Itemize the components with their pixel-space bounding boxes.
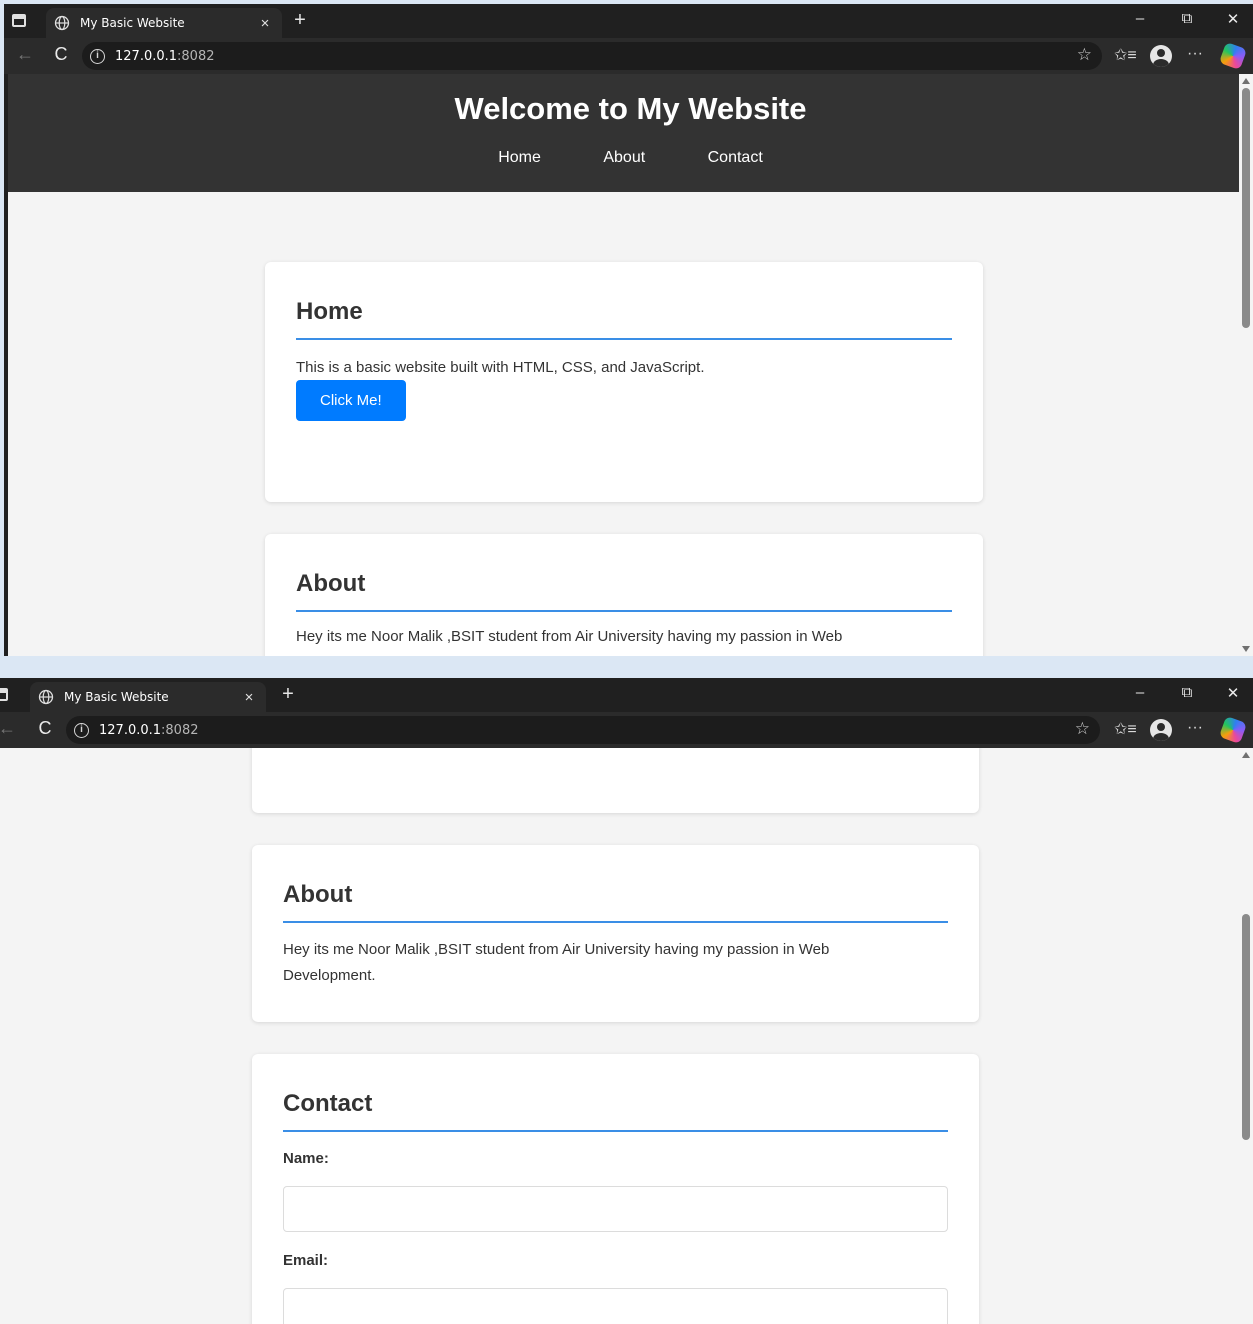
tab-close-icon[interactable]: ×	[240, 689, 258, 706]
home-text: This is a basic website built with HTML,…	[296, 359, 705, 376]
home-section-bottom	[252, 748, 979, 813]
restore-icon[interactable]: ⧉	[1172, 10, 1202, 27]
scroll-up-icon[interactable]	[1242, 752, 1250, 758]
minimize-icon[interactable]: –	[1125, 10, 1155, 27]
page-viewport: About Hey its me Noor Malik ,BSIT studen…	[0, 748, 1253, 1324]
tab-title: My Basic Website	[64, 690, 169, 704]
copilot-icon[interactable]	[1218, 715, 1248, 745]
nav-link-about[interactable]: About	[603, 149, 645, 167]
favorite-star-icon[interactable]: ☆	[1075, 719, 1090, 739]
more-options-icon[interactable]: ···	[1187, 45, 1203, 63]
home-heading: Home	[296, 298, 952, 340]
new-tab-button[interactable]: +	[288, 9, 312, 32]
browser-tab[interactable]: My Basic Website ×	[46, 8, 282, 38]
close-icon[interactable]: ✕	[1218, 10, 1248, 28]
scroll-thumb[interactable]	[1242, 914, 1250, 1140]
more-options-icon[interactable]: ···	[1187, 719, 1203, 737]
about-text-full: Hey its me Noor Malik ,BSIT student from…	[283, 941, 830, 984]
url-text: 127.0.0.1:8082	[99, 722, 199, 738]
scroll-up-icon[interactable]	[1242, 78, 1250, 84]
about-text: Hey its me Noor Malik ,BSIT student from…	[296, 628, 843, 645]
favorites-icon[interactable]: ✩≡	[1114, 45, 1137, 65]
site-title: Welcome to My Website	[454, 91, 807, 126]
browser-toolbar: ← C i 127.0.0.1:8082 ☆ ✩≡ ···	[4, 38, 1253, 74]
address-bar[interactable]: i 127.0.0.1:8082 ☆	[66, 716, 1100, 744]
email-label: Email:	[283, 1252, 329, 1269]
about-heading: About	[283, 881, 948, 923]
scroll-thumb[interactable]	[1242, 88, 1250, 328]
sidebar-toggle-icon[interactable]	[12, 14, 26, 27]
minimize-icon[interactable]: –	[1125, 684, 1155, 701]
about-heading: About	[296, 570, 952, 612]
nav-link-home[interactable]: Home	[498, 149, 541, 167]
globe-icon	[54, 15, 70, 31]
close-icon[interactable]: ✕	[1218, 684, 1248, 702]
about-section: About Hey its me Noor Malik ,BSIT studen…	[265, 534, 983, 656]
sidebar-toggle-icon[interactable]	[0, 688, 8, 701]
email-input[interactable]	[283, 1288, 948, 1324]
name-label: Name:	[283, 1150, 329, 1167]
tab-close-icon[interactable]: ×	[256, 15, 274, 32]
browser-window-top: My Basic Website × + – ⧉ ✕ ← C i 127.0.0…	[4, 4, 1253, 656]
site-info-icon[interactable]: i	[74, 722, 89, 738]
browser-toolbar: ← C i 127.0.0.1:8082 ☆ ✩≡ ···	[0, 712, 1253, 748]
browser-tab[interactable]: My Basic Website ×	[30, 682, 266, 712]
back-icon[interactable]: ←	[0, 718, 22, 739]
tab-title: My Basic Website	[80, 16, 185, 30]
page-scrollbar[interactable]	[1239, 74, 1253, 656]
reload-icon[interactable]: C	[30, 718, 60, 739]
site-header: Welcome to My Website Home About Contact	[8, 74, 1253, 192]
site-info-icon[interactable]: i	[90, 48, 105, 64]
click-me-button[interactable]: Click Me!	[296, 380, 406, 421]
contact-heading: Contact	[283, 1090, 948, 1132]
tab-strip: My Basic Website × + – ⧉ ✕	[0, 678, 1253, 712]
copilot-icon[interactable]	[1218, 41, 1248, 71]
home-section: Home This is a basic website built with …	[265, 262, 983, 502]
page-viewport: Welcome to My Website Home About Contact…	[8, 74, 1253, 656]
name-input[interactable]	[283, 1186, 948, 1232]
address-bar[interactable]: i 127.0.0.1:8082 ☆	[82, 42, 1102, 70]
contact-section: Contact Name: Email:	[252, 1054, 979, 1324]
tab-strip: My Basic Website × + – ⧉ ✕	[4, 4, 1253, 38]
new-tab-button[interactable]: +	[276, 683, 300, 706]
browser-window-scrolled: My Basic Website × + – ⧉ ✕ ← C i 127.0.0…	[0, 678, 1253, 1324]
nav-link-contact[interactable]: Contact	[708, 149, 763, 167]
favorites-icon[interactable]: ✩≡	[1114, 719, 1137, 739]
back-icon[interactable]: ←	[10, 44, 40, 65]
reload-icon[interactable]: C	[46, 44, 76, 65]
globe-icon	[38, 689, 54, 705]
site-nav: Home About Contact	[8, 149, 1253, 167]
restore-icon[interactable]: ⧉	[1172, 684, 1202, 701]
favorite-star-icon[interactable]: ☆	[1077, 45, 1092, 65]
profile-avatar[interactable]	[1150, 719, 1172, 741]
page-scrollbar[interactable]	[1239, 748, 1253, 1324]
url-text: 127.0.0.1:8082	[115, 48, 215, 64]
scroll-down-icon[interactable]	[1242, 646, 1250, 652]
about-section: About Hey its me Noor Malik ,BSIT studen…	[252, 845, 979, 1022]
profile-avatar[interactable]	[1150, 45, 1172, 67]
